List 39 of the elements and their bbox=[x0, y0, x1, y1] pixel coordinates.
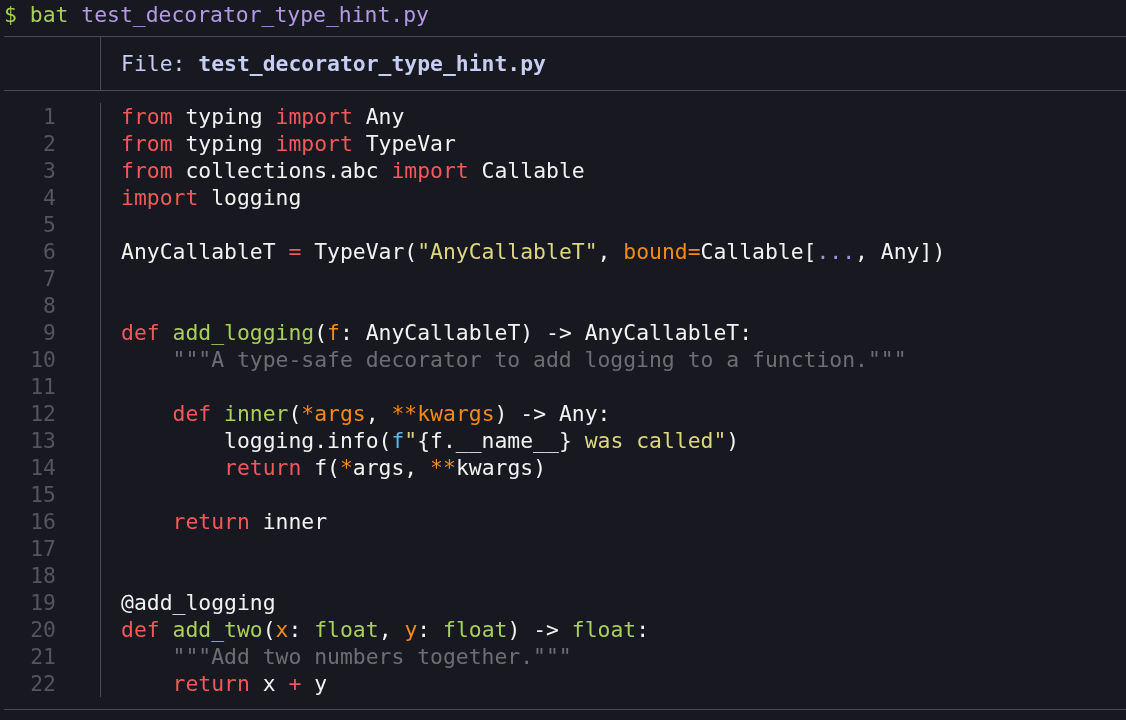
line-number: 2 bbox=[43, 130, 57, 157]
line-number: 18 bbox=[30, 562, 57, 589]
code-line: from typing import Any bbox=[121, 103, 405, 130]
line-number: 8 bbox=[43, 292, 57, 319]
line-number: 15 bbox=[30, 481, 57, 508]
code-line: from typing import TypeVar bbox=[121, 130, 456, 157]
code-line: def add_logging(f: AnyCallableT) -> AnyCallableT: bbox=[121, 319, 753, 346]
line-number: 12 bbox=[30, 400, 57, 427]
line-number: 14 bbox=[30, 454, 57, 481]
code-line: @add_logging bbox=[121, 589, 276, 616]
line-number: 9 bbox=[43, 319, 57, 346]
line-number: 6 bbox=[43, 238, 57, 265]
file-header: File: test_decorator_type_hint.py bbox=[121, 51, 546, 76]
line-number: 3 bbox=[43, 157, 57, 184]
line-number: 16 bbox=[30, 508, 57, 535]
line-number: 21 bbox=[30, 643, 57, 670]
line-number: 10 bbox=[30, 346, 57, 373]
line-number: 7 bbox=[43, 265, 57, 292]
line-number: 13 bbox=[30, 427, 57, 454]
code-line: return inner bbox=[172, 508, 328, 535]
line-number: 5 bbox=[43, 211, 57, 238]
code-line: """Add two numbers together.""" bbox=[172, 643, 572, 670]
code-line: def inner(*args, **kwargs) -> Any: bbox=[172, 400, 611, 427]
code-line: return f(*args, **kwargs) bbox=[224, 454, 547, 481]
code-line: from collections.abc import Callable bbox=[121, 157, 585, 184]
code-line: return x + y bbox=[172, 670, 328, 697]
line-number: 4 bbox=[43, 184, 57, 211]
line-number: 22 bbox=[30, 670, 57, 697]
line-number: 17 bbox=[30, 535, 57, 562]
code-line: """A type-safe decorator to add logging to a function.""" bbox=[172, 346, 907, 373]
line-number: 19 bbox=[30, 589, 57, 616]
line-number: 20 bbox=[30, 616, 57, 643]
code-line: import logging bbox=[121, 184, 302, 211]
code-line: AnyCallableT = TypeVar("AnyCallableT", bound=Callable[..., Any]) bbox=[121, 238, 946, 265]
line-number: 1 bbox=[43, 103, 57, 130]
line-number: 11 bbox=[30, 373, 57, 400]
code-line: def add_two(x: float, y: float) -> float: bbox=[121, 616, 650, 643]
code-line: logging.info(f"{f.__name__} was called") bbox=[224, 427, 740, 454]
shell-command: $ bat test_decorator_type_hint.py bbox=[3, 1, 429, 29]
